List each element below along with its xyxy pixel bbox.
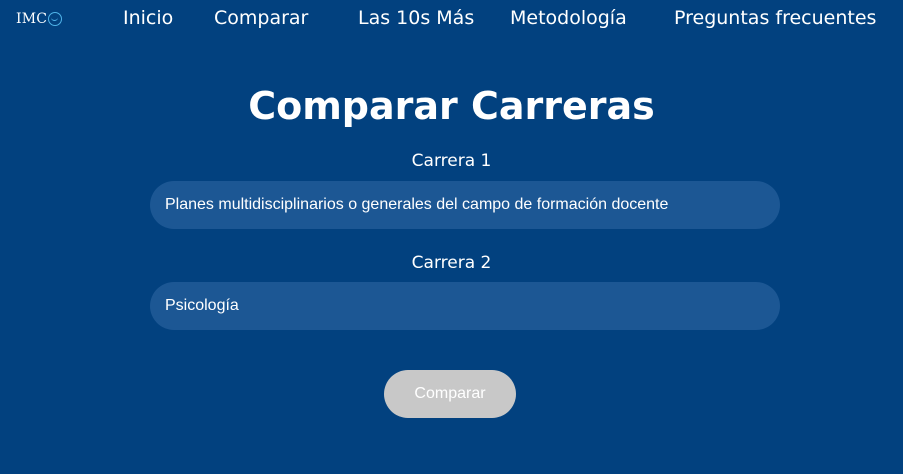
nav-link-comparar[interactable]: Comparar bbox=[214, 5, 308, 31]
page-title: Comparar Carreras bbox=[248, 84, 655, 128]
top-navbar: IMC Inicio Comparar Las 10s Más Metodolo… bbox=[0, 0, 903, 36]
career-1-label: Carrera 1 bbox=[411, 151, 492, 171]
nav-link-inicio[interactable]: Inicio bbox=[123, 5, 173, 31]
career-2-label: Carrera 2 bbox=[411, 253, 492, 273]
nav-link-metodologia[interactable]: Metodología bbox=[510, 5, 627, 31]
compare-button[interactable]: Comparar bbox=[384, 370, 516, 418]
career-2-input[interactable]: Psicología bbox=[150, 282, 780, 330]
career-1-input[interactable]: Planes multidisciplinarios o generales d… bbox=[150, 181, 780, 229]
nav-link-las-10s-mas[interactable]: Las 10s Más bbox=[358, 5, 474, 31]
nav-link-preguntas-frecuentes[interactable]: Preguntas frecuentes bbox=[674, 5, 876, 31]
main-nav: Inicio Comparar Las 10s Más Metodología … bbox=[0, 5, 903, 31]
